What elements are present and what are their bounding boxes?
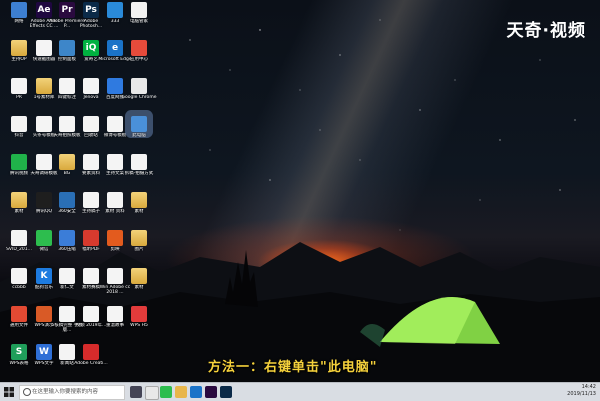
file-icon	[59, 344, 75, 360]
folder-icon	[11, 40, 27, 56]
edge-icon: e	[107, 40, 123, 56]
desktop-icon[interactable]: 拆稿-拍摄方式	[124, 154, 154, 188]
desktop-icon-label: 此电脑	[132, 133, 146, 138]
desktop-icon[interactable]: WPS H5	[124, 306, 154, 340]
desktop-icon-label: Google Chrome	[121, 95, 157, 100]
iqiyi-icon: iQ	[83, 40, 99, 56]
desktop-icon[interactable]: 此电脑	[124, 116, 154, 150]
qq-icon	[36, 192, 52, 208]
desktop-icon-label: Adobe Creati...	[74, 361, 108, 366]
clock-date: 2019/11/13	[567, 391, 596, 397]
wps-writer-icon: W	[36, 344, 52, 360]
file-icon	[107, 306, 123, 322]
folder-icon	[11, 192, 27, 208]
file-icon	[131, 154, 147, 170]
file-icon	[107, 230, 123, 246]
file-icon	[36, 154, 52, 170]
pr-icon: Pr	[59, 2, 75, 18]
file-icon	[11, 78, 27, 94]
ae-icon: Ae	[36, 2, 52, 18]
file-icon	[59, 230, 75, 246]
folder-icon	[131, 230, 147, 246]
search-placeholder: 在这里输入你要搜索的内容	[32, 389, 99, 395]
file-icon	[107, 154, 123, 170]
file-icon	[83, 192, 99, 208]
premiere-taskbar-icon[interactable]	[205, 386, 217, 398]
network-icon	[11, 2, 27, 18]
clock-time: 14:42	[581, 384, 596, 390]
this-pc-icon	[131, 116, 147, 132]
desktop-icon-label: 素材	[134, 285, 144, 290]
file-icon	[59, 306, 75, 322]
file-icon	[131, 2, 147, 18]
file-icon	[83, 306, 99, 322]
wps-h5-icon	[131, 306, 147, 322]
file-icon	[83, 78, 99, 94]
video-subtitle: 方法一：右键单击"此电脑"	[208, 360, 378, 375]
file-icon	[11, 268, 27, 284]
folder-icon	[59, 154, 75, 170]
desktop-icon[interactable]: 电脑管家	[124, 2, 154, 36]
file-icon	[36, 40, 52, 56]
chrome-icon	[131, 78, 147, 94]
desktop-icon-label: 应用中心	[130, 57, 148, 62]
shield-icon	[107, 2, 123, 18]
system-tray[interactable]: 14:42 2019/11/13	[536, 384, 596, 400]
wechat-taskbar-icon[interactable]	[160, 386, 172, 398]
file-icon	[107, 268, 123, 284]
desktop-icon-label: 素材	[134, 209, 144, 214]
folder-icon	[131, 268, 147, 284]
pdf-icon	[83, 230, 99, 246]
file-icon	[107, 116, 123, 132]
desktop-icon[interactable]: 素材	[124, 268, 154, 302]
folder-icon	[36, 78, 52, 94]
desktop-icon[interactable]: 应用中心	[124, 40, 154, 74]
kugou-icon: K	[36, 268, 52, 284]
windows-start-icon[interactable]	[3, 386, 15, 398]
adobe-cc-icon	[83, 344, 99, 360]
desktop-icon[interactable]: 图片	[124, 230, 154, 264]
file-icon	[36, 116, 52, 132]
task-view-icon[interactable]	[130, 386, 142, 398]
wps-sheet-icon: S	[11, 344, 27, 360]
file-icon	[83, 154, 99, 170]
control-panel-icon	[59, 40, 75, 56]
search-icon	[23, 388, 31, 396]
taskbar-search-box[interactable]: 在这里输入你要搜索的内容	[19, 385, 125, 400]
desktop-icon[interactable]: 素材	[124, 192, 154, 226]
chrome-taskbar-icon[interactable]	[145, 386, 159, 400]
photoshop-taskbar-icon[interactable]	[220, 386, 232, 398]
wechat-icon	[36, 230, 52, 246]
file-icon	[11, 116, 27, 132]
desktop-icon[interactable]: Adobe Creati...	[74, 344, 108, 378]
desktop-icon-label: 图片	[134, 247, 144, 252]
file-icon	[59, 268, 75, 284]
file-icon	[59, 78, 75, 94]
desktop-icon-label: WPS H5	[130, 323, 148, 328]
desktop-icon[interactable]: Google Chrome	[121, 78, 157, 112]
file-explorer-taskbar-icon[interactable]	[175, 386, 187, 398]
file-icon	[59, 192, 75, 208]
file-icon	[83, 268, 99, 284]
file-icon	[107, 192, 123, 208]
taskbar: 在这里输入你要搜索的内容 14:42 2019/11/13	[0, 382, 600, 401]
app-center-icon	[131, 40, 147, 56]
file-icon	[11, 306, 27, 322]
file-icon	[11, 230, 27, 246]
desktop: 网络 Ae Adobe After Effects CC ... Pr Adobe Pr…	[0, 0, 600, 382]
tencent-video-icon	[11, 154, 27, 170]
folder-icon	[131, 192, 147, 208]
watermark-logo: 天奇·视频	[506, 21, 586, 41]
wps-presentation-icon	[36, 306, 52, 322]
recycle-bin-icon	[83, 116, 99, 132]
baidu-pan-icon	[107, 78, 123, 94]
ps-icon: Ps	[83, 2, 99, 18]
edge-taskbar-icon[interactable]	[190, 386, 202, 398]
desktop-icon-label: 拆稿-拍摄方式	[124, 171, 154, 176]
desktop-icon-label: 电脑管家	[130, 19, 148, 24]
file-icon	[59, 116, 75, 132]
